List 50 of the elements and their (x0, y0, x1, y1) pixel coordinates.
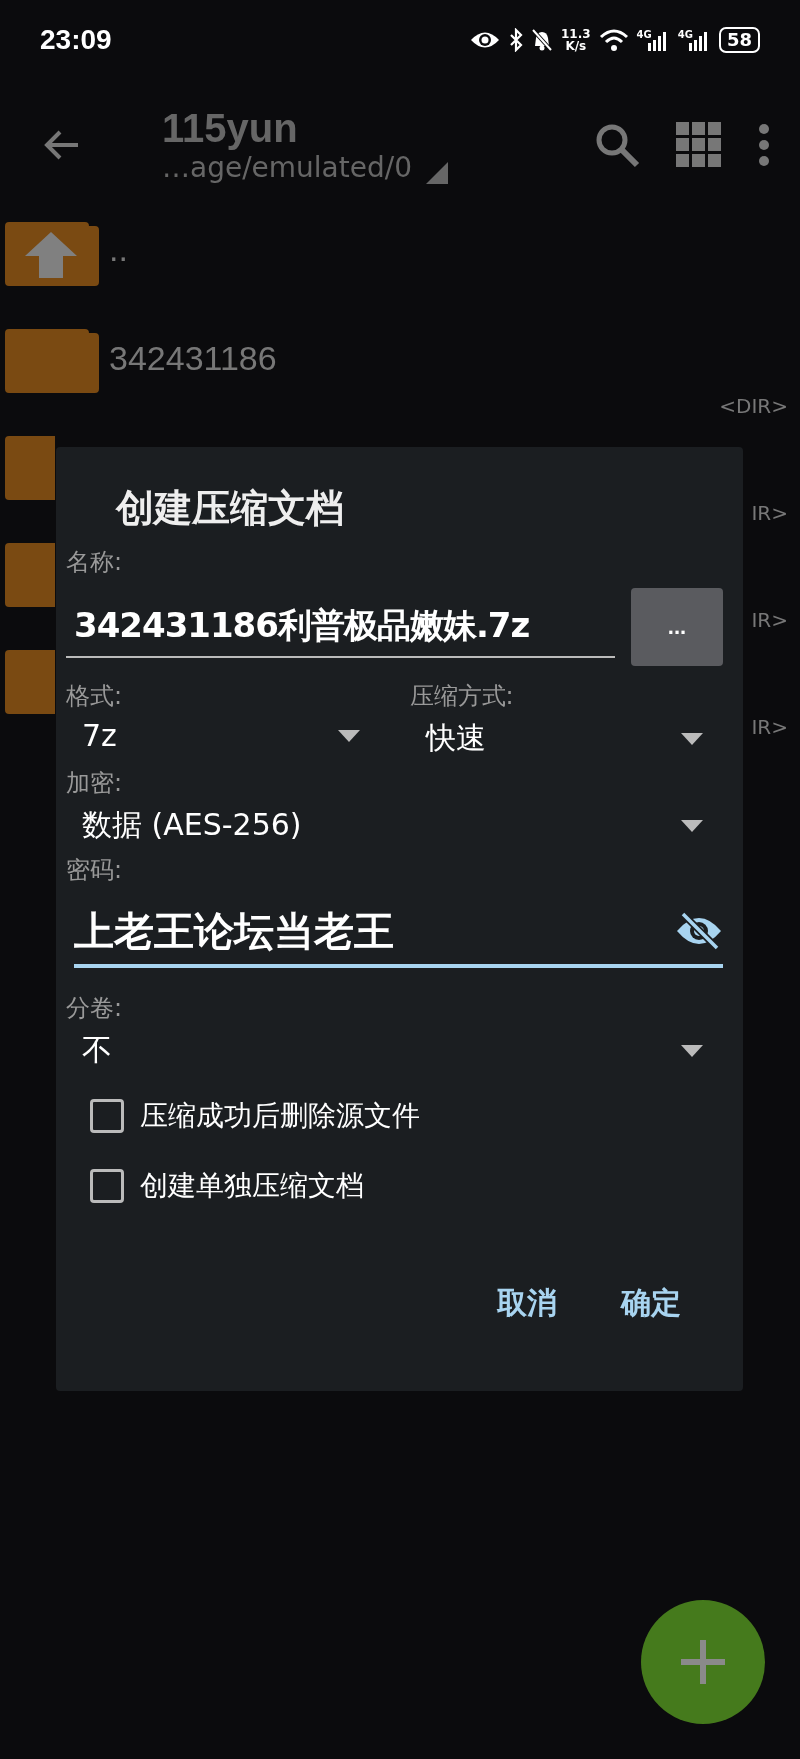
folder-title: 115yun (162, 106, 299, 151)
field-label: 格式: (66, 681, 123, 712)
eye-slash-icon[interactable] (675, 911, 723, 951)
folder-icon (5, 434, 55, 500)
dir-tag: <DIR> (719, 394, 788, 418)
status-time: 23:09 (40, 24, 112, 56)
checkbox[interactable] (90, 1099, 124, 1133)
battery-indicator: 58 (718, 27, 760, 53)
folder-icon (5, 327, 99, 393)
split-dropdown[interactable]: 不 (66, 1024, 723, 1079)
dialog-button[interactable]: 取消 (485, 1275, 569, 1332)
dialog-button[interactable]: 确定 (609, 1275, 693, 1332)
checkbox-label[interactable]: 创建单独压缩文档 (140, 1167, 364, 1205)
folder-icon (5, 541, 55, 607)
search-icon[interactable] (594, 122, 640, 168)
file-name[interactable]: 342431186 (99, 327, 277, 378)
password-field[interactable]: 上老王论坛当老王 (74, 898, 675, 964)
dir-tag: IR> (751, 715, 788, 739)
network-speed: 11.3 K/s (561, 28, 591, 52)
more-menu-icon[interactable] (758, 123, 770, 167)
caret-icon (681, 732, 703, 745)
caret-icon (681, 1044, 703, 1057)
browse-button[interactable]: ... (631, 588, 723, 666)
checkbox[interactable] (90, 1169, 124, 1203)
method-dropdown[interactable]: 快速 (409, 712, 723, 767)
dir-tag: IR> (751, 608, 788, 632)
file-name[interactable]: .. (99, 220, 128, 269)
bluetooth-icon (509, 28, 523, 52)
field-label: 分卷: (66, 993, 123, 1024)
checkbox-label[interactable]: 压缩成功后删除源文件 (140, 1097, 420, 1135)
dropdown-triangle-icon (426, 162, 448, 184)
wifi-icon (598, 28, 629, 52)
dialog-title: 创建压缩文档 (114, 485, 345, 532)
field-label: 压缩方式: (409, 681, 514, 712)
format-dropdown[interactable]: 7z (66, 712, 380, 761)
field-label: 名称: (66, 547, 123, 578)
grid-view-icon[interactable] (676, 122, 722, 168)
dir-tag: IR> (751, 501, 788, 525)
caret-icon (681, 819, 703, 832)
bell-off-icon (531, 28, 553, 52)
network-type: 4G (636, 29, 652, 40)
field-label: 密码: (66, 855, 123, 886)
name-field[interactable]: 342431186利普极品嫩妹.7z (66, 596, 615, 658)
field-label: 加密: (66, 768, 123, 799)
add-fab[interactable] (641, 1600, 765, 1724)
encryption-dropdown[interactable]: 数据 (AES-256) (66, 799, 723, 854)
folder-up-icon (5, 220, 99, 286)
network-type: 4G (677, 29, 693, 40)
caret-icon (337, 729, 360, 742)
folder-icon (5, 648, 55, 714)
